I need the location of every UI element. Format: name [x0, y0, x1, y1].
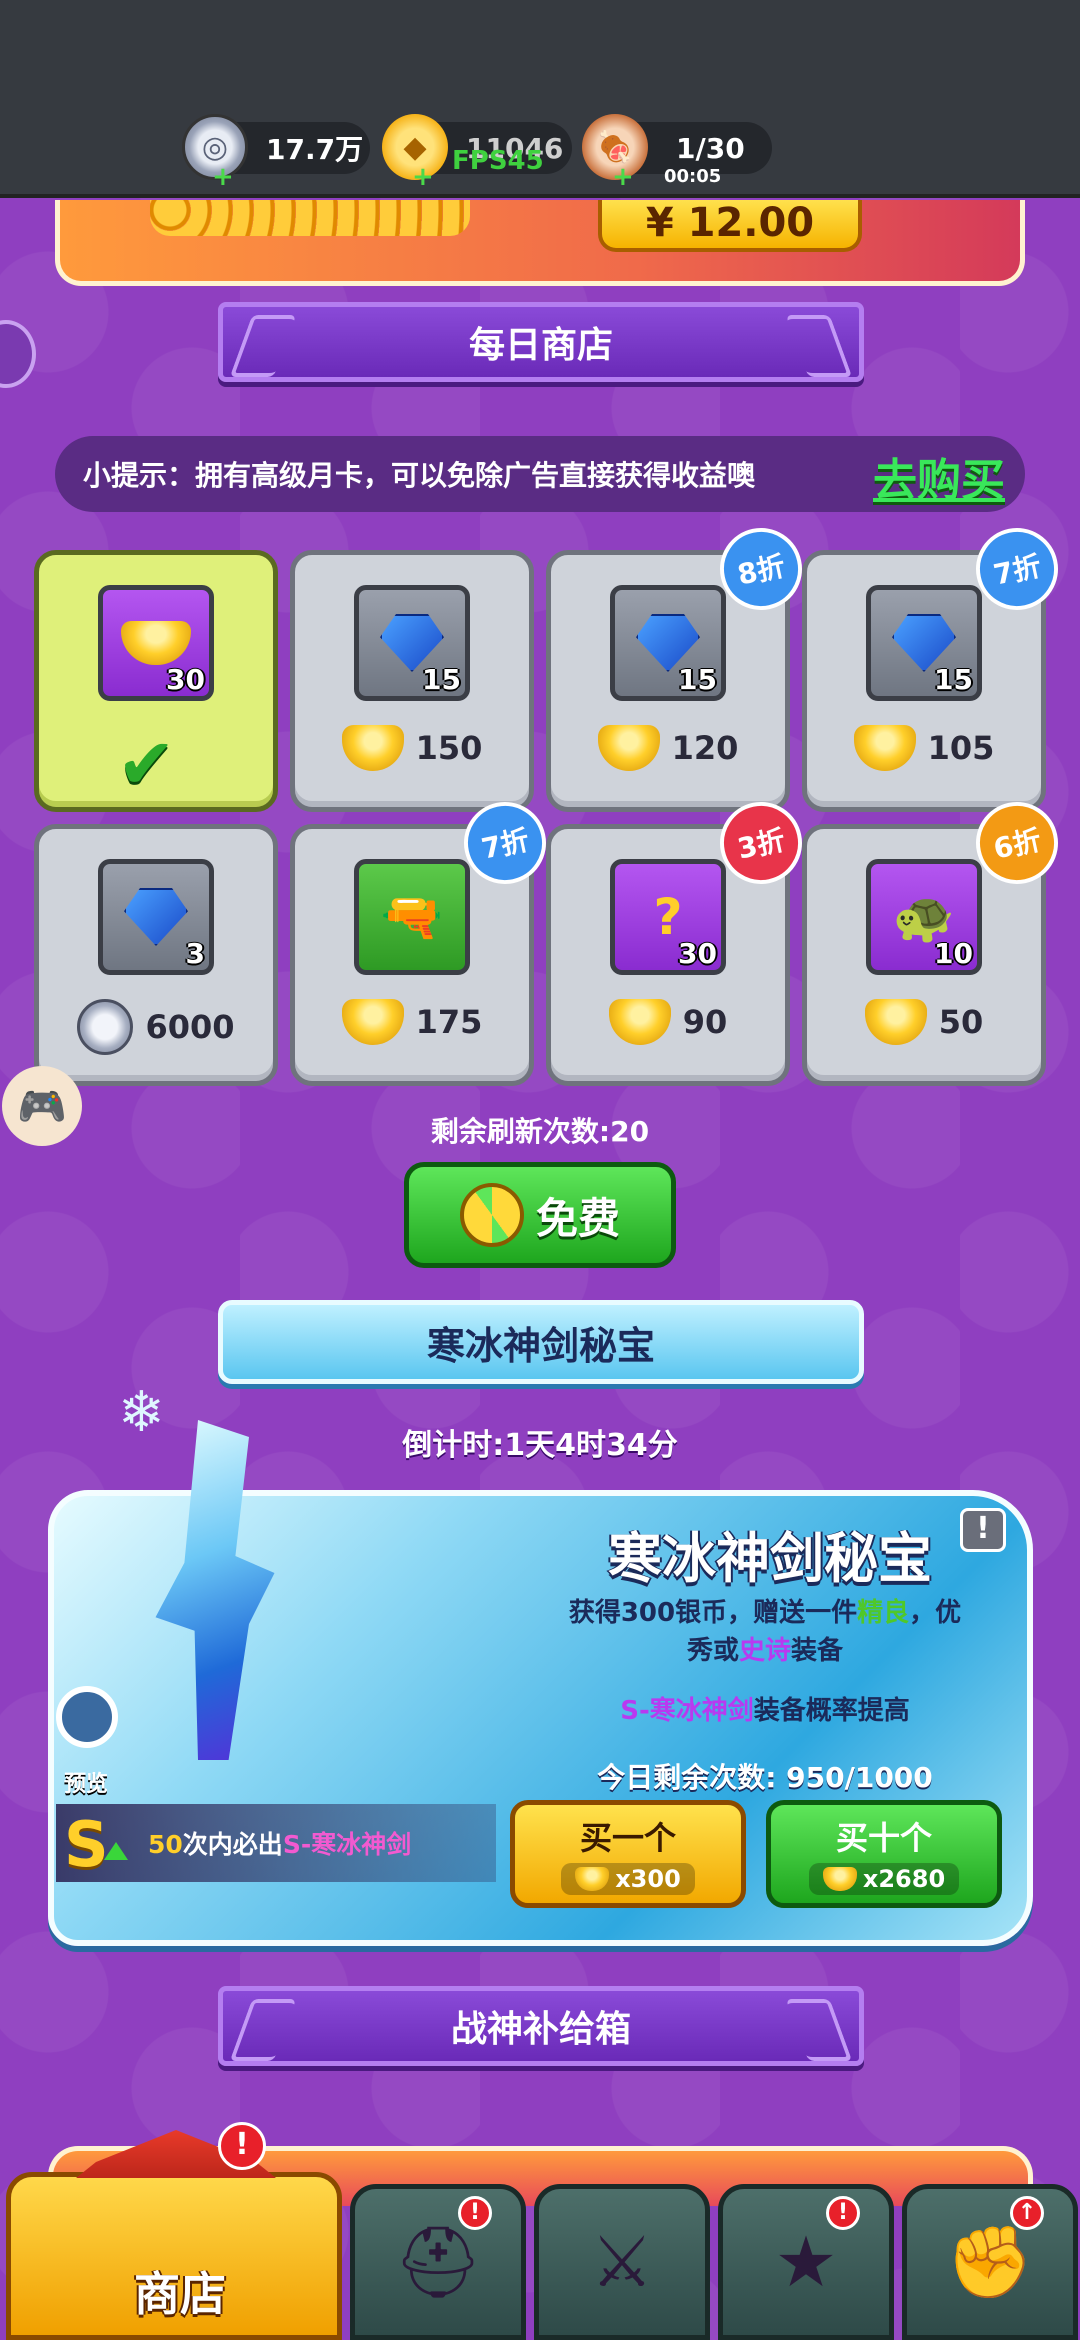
gold-ingot-icon: [341, 725, 404, 771]
nav-upgrade-tab[interactable]: ✊: [902, 2184, 1078, 2340]
stamina-timer: 00:05: [664, 166, 722, 187]
nav-helmet-tab[interactable]: ⛑: [350, 2184, 526, 2340]
preview-magnifier-icon[interactable]: [56, 1686, 118, 1748]
item-icon-box: 🐢 10: [866, 859, 982, 975]
refresh-count: 剩余刷新次数:20: [430, 1115, 650, 1148]
golden-gun-icon: 🔫: [380, 887, 444, 946]
item-price: 90: [551, 999, 785, 1045]
shop-alert-icon: !: [218, 2122, 266, 2170]
crossed-swords-shield-icon: ⚔: [590, 2221, 654, 2303]
silver-coin-icon: [77, 999, 134, 1055]
go-buy-link[interactable]: 去购买: [873, 444, 1005, 508]
helmet-alert-icon: !: [458, 2196, 492, 2230]
daily-shop-header: 每日商店: [218, 302, 864, 382]
item-price: 105: [807, 725, 1041, 771]
item-icon-box: 15: [354, 585, 470, 701]
silver-counter[interactable]: ◎ 17.7万 +: [182, 114, 370, 192]
gold-ingot-icon: [597, 725, 660, 771]
hero-alert-icon: !: [826, 2196, 860, 2230]
nav-hero-tab[interactable]: ★: [718, 2184, 894, 2340]
item-icon-box: 15: [610, 585, 726, 701]
coin-pile-icon: [150, 200, 470, 236]
shop-item-card[interactable]: 3 6000: [34, 824, 278, 1086]
upgrade-arrow-icon: ↑: [1010, 2196, 1044, 2230]
item-icon-box: 🔫: [354, 859, 470, 975]
gold-ingot-icon: [575, 1867, 610, 1891]
guarantee-banner: S 50次内必出S-寒冰神剑: [56, 1804, 496, 1882]
add-gold-icon[interactable]: +: [412, 162, 434, 192]
free-refresh-button[interactable]: 免费: [404, 1162, 676, 1268]
nav-battle-tab[interactable]: ⚔: [534, 2184, 710, 2340]
hero-stars-icon: ★: [774, 2221, 838, 2303]
gold-ingot-icon: [608, 999, 671, 1045]
snowflake-icon: ❄: [118, 1380, 165, 1445]
tip-bar: 小提示：拥有高级月卡，可以免除广告直接获得收益噢 去购买: [55, 436, 1025, 512]
item-price: 120: [551, 725, 785, 771]
helmet-icon: ⛑: [393, 2220, 483, 2303]
remaining-today: 今日剩余次数: 950/1000: [597, 1761, 933, 1794]
item-price: 175: [295, 999, 529, 1045]
treasure-header: 寒冰神剑秘宝: [218, 1300, 864, 1384]
treasure-description: 获得300银币，赠送一件精良，优 秀或史诗装备: [568, 1598, 962, 1666]
gold-ingot-icon: [822, 1867, 857, 1891]
gold-ingot-icon: [341, 999, 404, 1045]
fist-upgrade-icon: ✊: [946, 2220, 1034, 2303]
buy-one-button[interactable]: 买一个 x300: [510, 1800, 746, 1908]
resource-bar: ◎ 17.7万 + ◆ 11046 + 🍖 1/30 + FPS45 00:05: [0, 0, 1080, 198]
gold-ingot-icon: [121, 621, 191, 665]
item-price: 50: [807, 999, 1041, 1045]
blue-gem-shield-icon: [124, 888, 188, 946]
buy-ten-button[interactable]: 买十个 x2680: [766, 1800, 1002, 1908]
shop-item-card[interactable]: 30 ✔: [34, 550, 278, 812]
purchased-check-icon: ✔: [117, 723, 176, 805]
item-price: 150: [295, 725, 529, 771]
item-icon-box: 30: [98, 585, 214, 701]
add-stamina-icon[interactable]: +: [612, 162, 634, 192]
gold-ingot-icon: [853, 725, 916, 771]
add-silver-icon[interactable]: +: [212, 162, 234, 192]
shop-item-card[interactable]: 15 150: [290, 550, 534, 812]
gold-ingot-icon: [864, 999, 927, 1045]
treasure-title: 寒冰神剑秘宝: [608, 1527, 932, 1590]
fps-overlay: FPS45: [452, 146, 544, 176]
item-icon-box: ? 30: [610, 859, 726, 975]
item-icon-box: 15: [866, 585, 982, 701]
tip-text: 小提示：拥有高级月卡，可以免除广告直接获得收益噢: [83, 459, 756, 492]
item-price: 6000: [39, 999, 273, 1055]
item-icon-box: 3: [98, 859, 214, 975]
probability-up-text: S-寒冰神剑装备概率提高: [620, 1696, 910, 1726]
refresh-icon: [459, 1183, 524, 1247]
supply-box-header: 战神补给箱: [218, 1986, 864, 2066]
nav-shop-label: 商店: [134, 2267, 226, 2321]
top-offer-price-button[interactable]: ¥ 12.00: [598, 200, 862, 252]
s-rank-icon: S: [64, 1808, 140, 1881]
preview-label[interactable]: 预览: [64, 1766, 108, 1798]
